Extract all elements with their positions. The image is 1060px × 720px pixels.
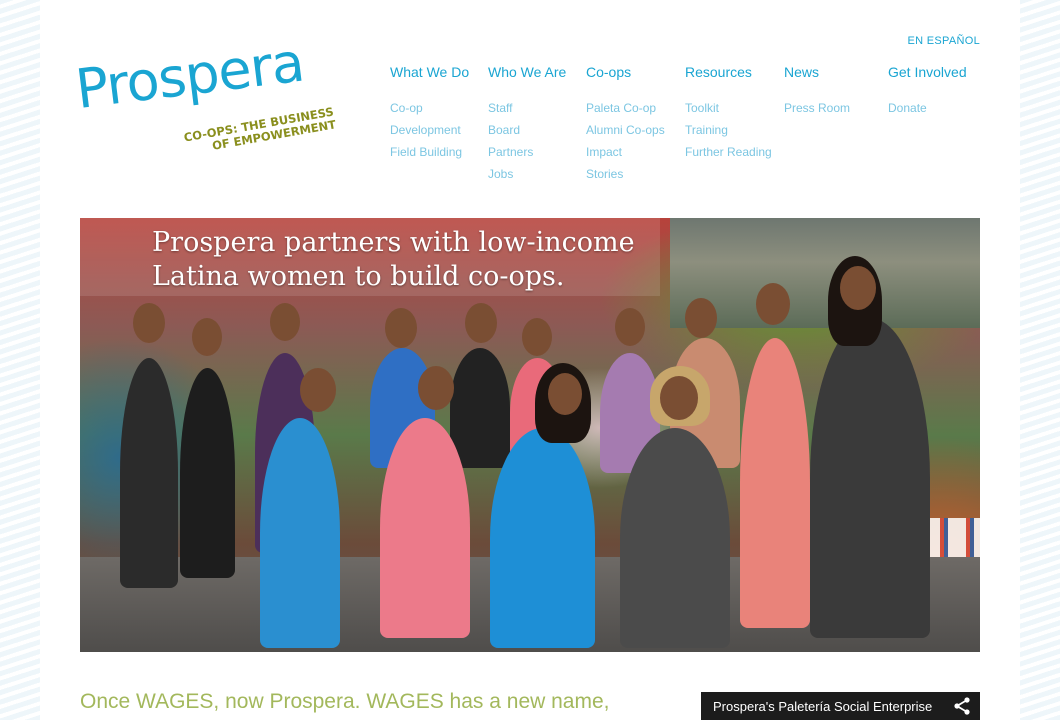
nav-item-paleta-co-op[interactable]: Paleta Co-op bbox=[586, 97, 665, 119]
nav-item-stories[interactable]: Stories bbox=[586, 163, 665, 185]
nav-col-news: News Press Room bbox=[784, 64, 850, 119]
nav-col-co-ops: Co-ops Paleta Co-op Alumni Co-ops Impact… bbox=[586, 64, 665, 185]
nav-resources[interactable]: Resources bbox=[685, 64, 772, 80]
logo[interactable]: Prospera CO-OPS: THE BUSINESS OF EMPOWER… bbox=[72, 31, 337, 158]
person-head bbox=[418, 366, 454, 410]
person-figure bbox=[450, 348, 510, 468]
nav-item-development[interactable]: Development bbox=[390, 119, 469, 141]
seated-person bbox=[380, 418, 470, 638]
nav-item-toolkit[interactable]: Toolkit bbox=[685, 97, 772, 119]
language-link[interactable]: EN ESPAÑOL bbox=[908, 35, 981, 47]
person-head bbox=[660, 376, 698, 420]
nav-item-press-room[interactable]: Press Room bbox=[784, 97, 850, 119]
person-head bbox=[385, 308, 417, 348]
page: EN ESPAÑOL Prospera CO-OPS: THE BUSINESS… bbox=[40, 0, 1020, 720]
person-head bbox=[840, 266, 876, 310]
intro-heading: Once WAGES, now Prospera. WAGES has a ne… bbox=[80, 690, 610, 713]
person-head bbox=[192, 318, 222, 356]
person-head bbox=[270, 303, 300, 341]
logo-wordmark: Prospera bbox=[72, 30, 307, 121]
nav-get-involved[interactable]: Get Involved bbox=[888, 64, 967, 80]
nav-col-get-involved: Get Involved Donate bbox=[888, 64, 967, 119]
person-head bbox=[615, 308, 645, 346]
nav-item-training[interactable]: Training bbox=[685, 119, 772, 141]
seated-person bbox=[490, 428, 595, 648]
nav-item-jobs[interactable]: Jobs bbox=[488, 163, 566, 185]
person-head bbox=[522, 318, 552, 356]
person-figure bbox=[810, 318, 930, 638]
nav-item-field-building[interactable]: Field Building bbox=[390, 141, 469, 163]
nav-col-resources: Resources Toolkit Training Further Readi… bbox=[685, 64, 772, 163]
nav-col-what-we-do: What We Do Co-op Development Field Build… bbox=[390, 64, 469, 163]
nav-item-co-op[interactable]: Co-op bbox=[390, 97, 469, 119]
nav-item-board[interactable]: Board bbox=[488, 119, 566, 141]
nav-item-donate[interactable]: Donate bbox=[888, 97, 967, 119]
person-head bbox=[685, 298, 717, 338]
nav-item-impact[interactable]: Impact bbox=[586, 141, 665, 163]
hero-caption: Prospera partners with low-income Latina… bbox=[152, 227, 635, 292]
nav-item-partners[interactable]: Partners bbox=[488, 141, 566, 163]
nav-item-staff[interactable]: Staff bbox=[488, 97, 566, 119]
hero-image: Prospera partners with low-income Latina… bbox=[80, 218, 980, 652]
person-head bbox=[465, 303, 497, 343]
share-icon[interactable] bbox=[952, 696, 972, 716]
person-figure bbox=[740, 338, 810, 628]
nav-col-who-we-are: Who We Are Staff Board Partners Jobs bbox=[488, 64, 566, 185]
person-figure bbox=[180, 368, 235, 578]
nav-what-we-do[interactable]: What We Do bbox=[390, 64, 469, 80]
person-head bbox=[133, 303, 165, 343]
person-head bbox=[756, 283, 790, 325]
person-head bbox=[300, 368, 336, 412]
hero-building bbox=[670, 218, 980, 328]
seated-person bbox=[620, 428, 730, 648]
nav-news[interactable]: News bbox=[784, 64, 850, 80]
person-head bbox=[548, 373, 582, 415]
video-player[interactable]: Prospera's Paletería Social Enterprise bbox=[701, 692, 980, 720]
nav-item-alumni-co-ops[interactable]: Alumni Co-ops bbox=[586, 119, 665, 141]
nav-co-ops[interactable]: Co-ops bbox=[586, 64, 665, 80]
logo-tagline: CO-OPS: THE BUSINESS OF EMPOWERMENT bbox=[182, 104, 337, 153]
nav-item-further-reading[interactable]: Further Reading bbox=[685, 141, 772, 163]
person-figure bbox=[120, 358, 178, 588]
video-title[interactable]: Prospera's Paletería Social Enterprise bbox=[713, 699, 932, 714]
seated-person bbox=[260, 418, 340, 648]
nav-who-we-are[interactable]: Who We Are bbox=[488, 64, 566, 80]
